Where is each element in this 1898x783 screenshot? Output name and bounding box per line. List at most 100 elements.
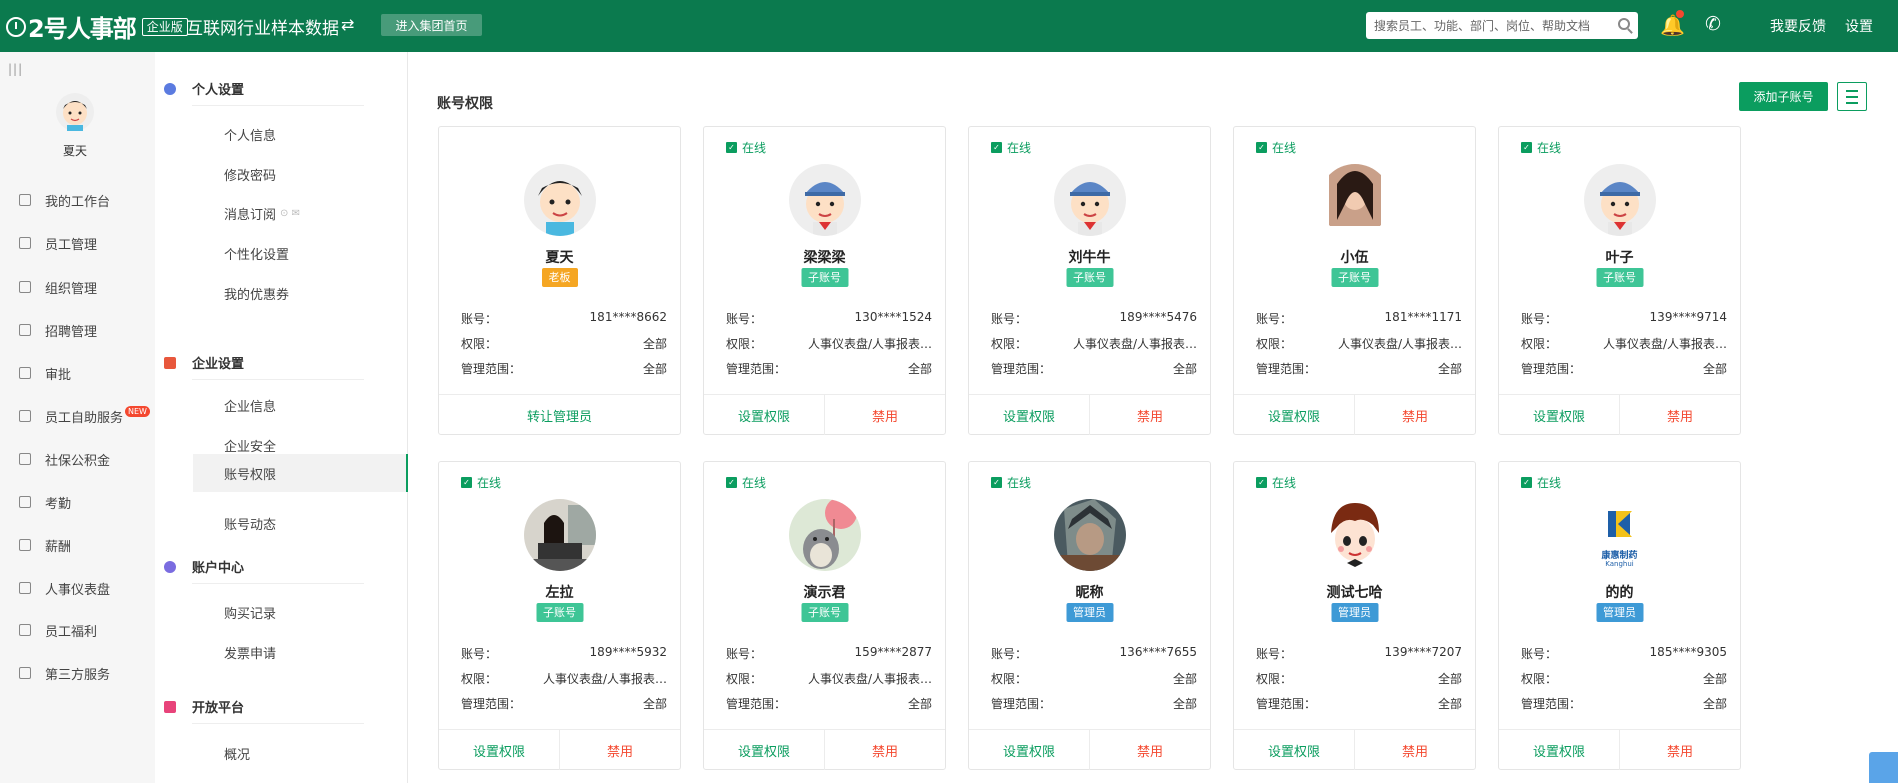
sidebar-item-workbench[interactable]: 我的工作台 bbox=[19, 189, 110, 211]
set-permission-button[interactable]: 设置权限 bbox=[969, 730, 1089, 770]
chat-support-icon[interactable] bbox=[1869, 752, 1898, 783]
role-badge: 子账号 bbox=[1066, 268, 1113, 287]
account-row: 账号： 189****5476 bbox=[991, 310, 1197, 326]
menu-account-permissions[interactable]: 账号权限 bbox=[193, 454, 408, 492]
disable-button[interactable]: 禁用 bbox=[824, 395, 945, 435]
enter-group-button[interactable]: 进入集团首页 bbox=[381, 14, 482, 36]
check-icon: ✓ bbox=[726, 142, 737, 153]
set-permission-button[interactable]: 设置权限 bbox=[704, 395, 824, 435]
account-name: 夏天 bbox=[545, 250, 574, 266]
company-name: 互联网行业样本数据 bbox=[186, 19, 339, 39]
sidebar-item-benefits[interactable]: 员工福利 bbox=[19, 619, 97, 641]
permission-row: 权限： 人事仪表盘/人事报表… bbox=[1521, 337, 1727, 351]
permission-row: 权限： 人事仪表盘/人事报表… bbox=[726, 672, 932, 686]
transfer-admin-button[interactable]: 转让管理员 bbox=[439, 395, 680, 435]
section-open-platform: 开放平台 bbox=[164, 690, 364, 724]
settings-link[interactable]: 设置 bbox=[1845, 16, 1873, 36]
account-name: 刘牛牛 bbox=[1068, 250, 1111, 266]
menu-invoice-request[interactable]: 发票申请 bbox=[224, 641, 276, 663]
sidebar-item-social-insurance[interactable]: 社保公积金 bbox=[19, 448, 110, 470]
disable-button[interactable]: 禁用 bbox=[1619, 395, 1740, 435]
sidebar-item-employees[interactable]: 员工管理 bbox=[19, 232, 97, 254]
collapse-sidebar-icon[interactable]: ||| bbox=[8, 62, 23, 76]
account-card: ✓ 在线 刘牛牛 子账号 账号： 189****5476 权限： 人事仪表盘/人事报表… 管理范… bbox=[968, 126, 1211, 435]
menu-enterprise-info[interactable]: 企业信息 bbox=[224, 394, 276, 416]
search-input[interactable] bbox=[1366, 12, 1606, 39]
set-permission-button[interactable]: 设置权限 bbox=[969, 395, 1089, 435]
menu-account-activity[interactable]: 账号动态 bbox=[224, 512, 276, 534]
role-badge: 子账号 bbox=[801, 268, 848, 287]
dashboard-icon bbox=[19, 582, 31, 594]
clock-icon bbox=[6, 16, 26, 37]
disable-button[interactable]: 禁用 bbox=[1089, 730, 1210, 770]
permission-row: 权限： 全部 bbox=[1256, 672, 1462, 686]
set-permission-button[interactable]: 设置权限 bbox=[704, 730, 824, 770]
disable-button[interactable]: 禁用 bbox=[1354, 395, 1475, 435]
account-avatar bbox=[1319, 164, 1391, 236]
check-icon: ✓ bbox=[1521, 142, 1532, 153]
account-name: 叶子 bbox=[1605, 250, 1634, 266]
account-row: 账号： 130****1524 bbox=[726, 310, 932, 326]
disable-button[interactable]: 禁用 bbox=[824, 730, 945, 770]
set-permission-button[interactable]: 设置权限 bbox=[439, 730, 559, 770]
account-row: 账号： 185****9305 bbox=[1521, 645, 1727, 661]
sidebar-item-payroll[interactable]: 薪酬 bbox=[19, 534, 71, 556]
menu-overview[interactable]: 概况 bbox=[224, 742, 250, 764]
check-icon: ✓ bbox=[726, 477, 737, 488]
switch-company-icon[interactable]: ⇄ bbox=[341, 15, 354, 34]
sidebar-item-self-service[interactable]: 员工自助服务 NEW bbox=[19, 405, 150, 427]
check-icon: ✓ bbox=[1256, 142, 1267, 153]
cube-icon bbox=[164, 701, 176, 713]
online-status: ✓ 在线 bbox=[1256, 474, 1296, 491]
brand-logo-sub: Kanghui bbox=[1605, 560, 1634, 568]
monitor-icon bbox=[19, 194, 31, 206]
search-icon[interactable] bbox=[1618, 18, 1630, 30]
sidebar-item-dashboard[interactable]: 人事仪表盘 bbox=[19, 577, 110, 599]
app-logo[interactable]: 2号人事部 企业版 bbox=[6, 9, 188, 44]
phone-icon[interactable]: ✆ bbox=[1705, 13, 1721, 35]
menu-change-password[interactable]: 修改密码 bbox=[224, 163, 276, 185]
online-status: ✓ 在线 bbox=[991, 474, 1031, 491]
set-permission-button[interactable]: 设置权限 bbox=[1499, 395, 1619, 435]
feedback-link[interactable]: 我要反馈 bbox=[1770, 16, 1826, 36]
permission-row: 权限： 人事仪表盘/人事报表… bbox=[1256, 337, 1462, 351]
new-badge: NEW bbox=[125, 405, 150, 417]
stamp-icon bbox=[19, 367, 31, 379]
role-badge: 子账号 bbox=[1596, 268, 1643, 287]
online-status: ✓ 在线 bbox=[991, 139, 1031, 156]
set-permission-button[interactable]: 设置权限 bbox=[1234, 730, 1354, 770]
money-icon bbox=[19, 539, 31, 551]
disable-button[interactable]: 禁用 bbox=[1354, 730, 1475, 770]
scope-row: 管理范围： 全部 bbox=[1521, 697, 1727, 711]
account-name: 测试七哈 bbox=[1326, 585, 1383, 601]
menu-enterprise-security[interactable]: 企业安全 bbox=[224, 434, 276, 456]
sidebar-item-attendance[interactable]: 考勤 bbox=[19, 491, 71, 513]
disable-button[interactable]: 禁用 bbox=[1089, 395, 1210, 435]
set-permission-button[interactable]: 设置权限 bbox=[1499, 730, 1619, 770]
account-row: 账号： 181****1171 bbox=[1256, 310, 1462, 326]
menu-coupons[interactable]: 我的优惠券 bbox=[224, 282, 289, 304]
sidebar-item-approval[interactable]: 审批 bbox=[19, 362, 71, 384]
sidebar-item-recruitment[interactable]: 招聘管理 bbox=[19, 319, 97, 341]
check-icon: ✓ bbox=[1256, 477, 1267, 488]
plugin-icon bbox=[19, 667, 31, 679]
section-account-center: 账户中心 bbox=[164, 550, 364, 584]
scope-row: 管理范围： 全部 bbox=[991, 697, 1197, 711]
disable-button[interactable]: 禁用 bbox=[559, 730, 680, 770]
menu-message-subscription[interactable]: 消息订阅 ⊙ ✉ bbox=[224, 202, 300, 224]
add-sub-account-button[interactable]: 添加子账号 bbox=[1739, 82, 1828, 111]
menu-personal-info[interactable]: 个人信息 bbox=[224, 123, 276, 145]
menu-personalization[interactable]: 个性化设置 bbox=[224, 242, 289, 264]
disable-button[interactable]: 禁用 bbox=[1619, 730, 1740, 770]
set-permission-button[interactable]: 设置权限 bbox=[1234, 395, 1354, 435]
role-badge: 管理员 bbox=[1596, 603, 1643, 622]
view-toggle-button[interactable] bbox=[1837, 82, 1867, 111]
user-avatar[interactable] bbox=[55, 92, 95, 132]
account-card: ✓ 在线 梁梁梁 子账号 账号： 130****1524 权限： 人事仪表盘/人事报表… 管理范… bbox=[703, 126, 946, 435]
account-name: 演示君 bbox=[803, 585, 846, 601]
menu-purchase-records[interactable]: 购买记录 bbox=[224, 601, 276, 623]
sidebar-item-organization[interactable]: 组织管理 bbox=[19, 276, 97, 298]
scope-row: 管理范围： 全部 bbox=[461, 362, 667, 376]
account-avatar bbox=[789, 164, 861, 236]
sidebar-item-third-party[interactable]: 第三方服务 bbox=[19, 662, 110, 684]
